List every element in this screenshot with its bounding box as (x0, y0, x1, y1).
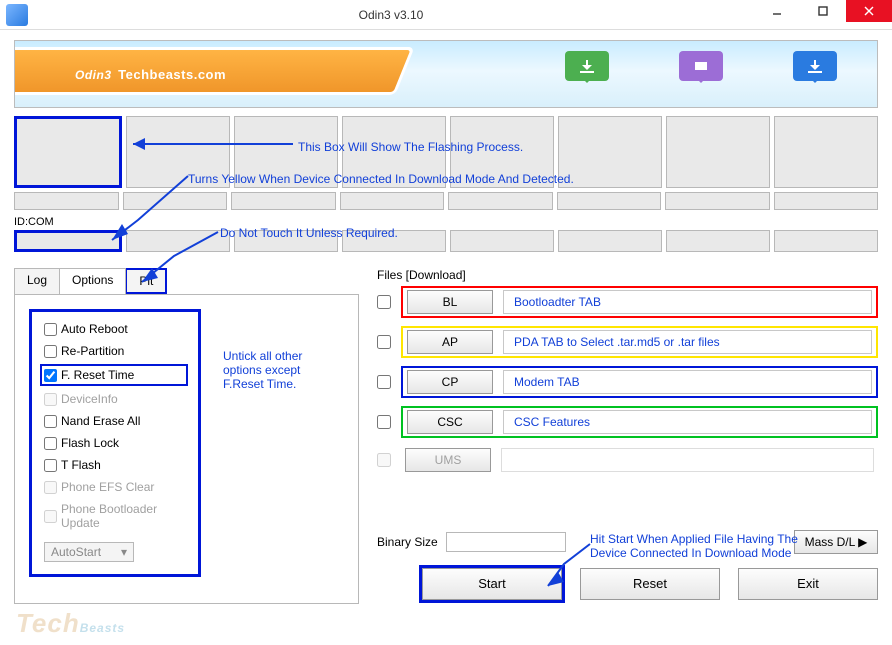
progress-box (342, 116, 446, 188)
slot-row (14, 192, 878, 210)
slot (448, 192, 553, 210)
file-ums-checkbox (377, 453, 391, 467)
flag-icon (679, 51, 723, 81)
idcom-slot[interactable] (450, 230, 554, 252)
start-button[interactable]: Start (422, 568, 562, 600)
binary-size-label: Binary Size (377, 535, 438, 549)
option-f-reset-time[interactable]: F. Reset Time (42, 366, 186, 384)
chevron-down-icon: ▾ (121, 545, 127, 559)
progress-box (126, 116, 230, 188)
tab-options[interactable]: Options (59, 268, 126, 294)
slot (231, 192, 336, 210)
reset-button[interactable]: Reset (580, 568, 720, 600)
progress-box (450, 116, 554, 188)
file-ap-field[interactable]: PDA TAB to Select .tar.md5 or .tar files (503, 330, 872, 354)
option-phone-bootloader-update: Phone Bootloader Update (44, 502, 186, 530)
slot (557, 192, 662, 210)
tab-log[interactable]: Log (14, 268, 60, 294)
mass-dl-button[interactable]: Mass D/L ▶ (794, 530, 878, 554)
idcom-slot[interactable] (14, 230, 122, 252)
minimize-button[interactable] (754, 0, 800, 22)
option-repartition[interactable]: Re-Partition (44, 344, 186, 358)
maximize-button[interactable] (800, 0, 846, 22)
file-ap-button[interactable]: AP (407, 330, 493, 354)
file-bl-field[interactable]: Bootloadter TAB (503, 290, 872, 314)
slot (14, 192, 119, 210)
idcom-slot[interactable] (774, 230, 878, 252)
options-group: Auto Reboot Re-Partition F. Reset Time D… (29, 309, 201, 577)
progress-box (14, 116, 122, 188)
idcom-slot[interactable] (558, 230, 662, 252)
file-csc-checkbox[interactable] (377, 415, 391, 429)
file-csc-button[interactable]: CSC (407, 410, 493, 434)
app-icon (6, 4, 28, 26)
progress-box (558, 116, 662, 188)
download-icon (793, 51, 837, 81)
option-phone-efs-clear: Phone EFS Clear (44, 480, 186, 494)
window-title: Odin3 v3.10 (28, 8, 754, 22)
idcom-slot[interactable] (234, 230, 338, 252)
idcom-slot[interactable] (666, 230, 770, 252)
files-section-label: Files [Download] (377, 268, 878, 282)
autostart-dropdown[interactable]: AutoStart ▾ (44, 542, 134, 562)
slot (123, 192, 228, 210)
annotation-untick: Untick all other options except F.Reset … (223, 349, 343, 391)
slot (340, 192, 445, 210)
file-ap-checkbox[interactable] (377, 335, 391, 349)
binary-size-field (446, 532, 566, 552)
idcom-row (14, 230, 878, 252)
idcom-label: ID:COM (14, 216, 878, 228)
option-device-info: DeviceInfo (44, 392, 186, 406)
progress-row (14, 116, 878, 188)
exit-button[interactable]: Exit (738, 568, 878, 600)
close-button[interactable] (846, 0, 892, 22)
slot (665, 192, 770, 210)
file-csc-field[interactable]: CSC Features (503, 410, 872, 434)
watermark: TechBeasts (16, 608, 125, 639)
window-controls (754, 0, 892, 29)
file-cp-field[interactable]: Modem TAB (503, 370, 872, 394)
file-bl-checkbox[interactable] (377, 295, 391, 309)
header-banner: Odin3 Techbeasts.com (14, 40, 878, 108)
download-icon (565, 51, 609, 81)
option-t-flash[interactable]: T Flash (44, 458, 186, 472)
file-ums-field (501, 448, 874, 472)
slot (774, 192, 879, 210)
tab-pit[interactable]: Pit (125, 268, 167, 294)
idcom-slot[interactable] (126, 230, 230, 252)
window-titlebar: Odin3 v3.10 (0, 0, 892, 30)
option-flash-lock[interactable]: Flash Lock (44, 436, 186, 450)
option-nand-erase-all[interactable]: Nand Erase All (44, 414, 186, 428)
right-panel: Files [Download] BL Bootloadter TAB AP P… (377, 268, 878, 604)
progress-box (774, 116, 878, 188)
banner-brand: Odin3 Techbeasts.com (75, 59, 226, 85)
option-auto-reboot[interactable]: Auto Reboot (44, 322, 186, 336)
progress-box (666, 116, 770, 188)
progress-box (234, 116, 338, 188)
idcom-slot[interactable] (342, 230, 446, 252)
file-cp-checkbox[interactable] (377, 375, 391, 389)
left-panel: Log Options Pit Auto Reboot Re-Partition… (14, 268, 359, 604)
file-cp-button[interactable]: CP (407, 370, 493, 394)
file-bl-button[interactable]: BL (407, 290, 493, 314)
file-ums-button: UMS (405, 448, 491, 472)
